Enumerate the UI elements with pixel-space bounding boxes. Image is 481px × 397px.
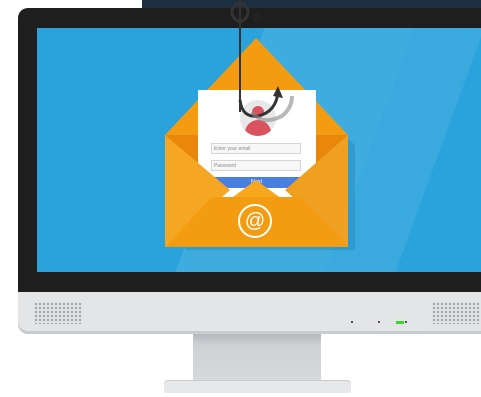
speaker-grille-icon	[34, 302, 82, 324]
email-field[interactable]: Enter your email	[211, 143, 301, 154]
phishing-illustration: Enter your email Password Next @	[0, 0, 481, 397]
next-button[interactable]: Next	[211, 177, 302, 188]
indicator-mark	[378, 321, 380, 323]
avatar-shoulders	[245, 120, 271, 136]
indicator-mark	[405, 321, 407, 323]
avatar-head	[252, 106, 264, 118]
speaker-grille-icon	[432, 302, 480, 324]
indicator-mark	[351, 321, 353, 323]
at-sign-icon: @	[238, 204, 272, 238]
user-avatar-icon	[240, 100, 276, 136]
monitor-chin	[18, 292, 481, 334]
power-led	[396, 321, 404, 324]
password-field[interactable]: Password	[211, 160, 301, 171]
monitor-stand	[193, 334, 321, 384]
monitor-base	[164, 381, 351, 393]
